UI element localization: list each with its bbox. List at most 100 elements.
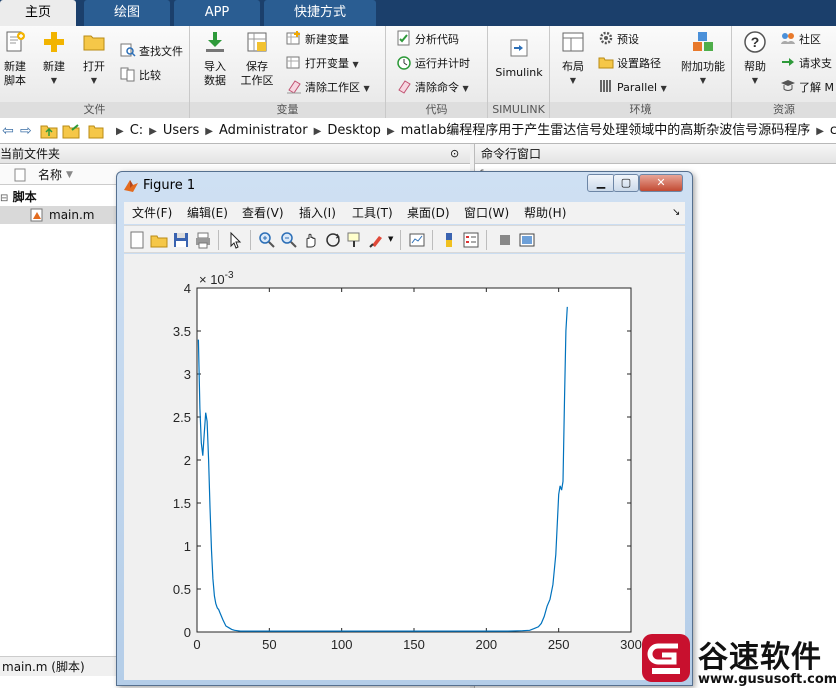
new-variable-icon: [286, 31, 300, 45]
open-button[interactable]: 打开 ▼: [78, 30, 110, 88]
colorbar-icon[interactable]: [440, 231, 458, 249]
new-figure-icon[interactable]: [128, 231, 146, 249]
run-and-time-button[interactable]: 运行并计时: [396, 54, 470, 74]
legend-icon[interactable]: [462, 231, 480, 249]
parallel-dropdown-icon: ▼: [660, 84, 667, 93]
tab-plots[interactable]: 绘图: [84, 0, 170, 26]
menu-window[interactable]: 窗口(W): [464, 202, 509, 224]
breadcrumb-item[interactable]: matlab编程程序用于产生雷达信号处理领域中的高斯杂波信号源码程序: [401, 123, 811, 138]
import-data-button[interactable]: 导入 数据: [198, 30, 232, 88]
parallel-icon: [600, 80, 611, 92]
set-path-label: 设置路径: [617, 57, 661, 70]
request-support-button[interactable]: 请求支: [780, 54, 832, 74]
up-folder-icon[interactable]: [40, 122, 58, 140]
addons-cubes-icon: [693, 32, 713, 51]
list-item[interactable]: main.m: [0, 206, 120, 224]
brush-dropdown-icon[interactable]: ▼: [388, 235, 393, 243]
column-name-header[interactable]: 名称: [38, 165, 62, 185]
menu-tools[interactable]: 工具(T): [352, 202, 393, 224]
forward-arrow-icon[interactable]: ⇨: [20, 122, 32, 140]
menu-view[interactable]: 查看(V): [242, 202, 284, 224]
sort-down-icon[interactable]: ▼: [66, 165, 73, 185]
toolbar-divider: [400, 230, 401, 250]
tab-shortcuts[interactable]: 快捷方式: [264, 0, 376, 26]
hide-plot-tools-icon[interactable]: [496, 231, 514, 249]
menu-file[interactable]: 文件(F): [132, 202, 172, 224]
save-icon[interactable]: [172, 231, 190, 249]
gear-icon: [599, 31, 613, 45]
new-script-button[interactable]: 新建 脚本: [0, 30, 30, 88]
zoom-out-icon[interactable]: [280, 231, 298, 249]
addons-label: 附加功能: [681, 60, 725, 73]
breadcrumb-item[interactable]: Administrator: [219, 123, 308, 138]
simulink-icon: [510, 39, 528, 57]
svg-text:?: ?: [751, 34, 760, 50]
y-exponent-label: × 10-3: [199, 270, 234, 287]
back-arrow-icon[interactable]: ⇦: [2, 122, 14, 140]
clear-commands-button[interactable]: 清除命令 ▼: [396, 78, 469, 98]
menu-help[interactable]: 帮助(H): [524, 202, 566, 224]
simulink-button[interactable]: Simulink: [492, 36, 546, 80]
current-folder-header: 当前文件夹 ⊙: [0, 144, 470, 164]
brush-icon[interactable]: [368, 231, 386, 249]
menu-desktop[interactable]: 桌面(D): [407, 202, 450, 224]
command-window-header: 命令行窗口: [475, 144, 836, 164]
ribbon-section-code: 分析代码 运行并计时 清除命令 ▼ 代码: [386, 26, 488, 118]
find-files-button[interactable]: 查找文件: [120, 42, 183, 62]
community-button[interactable]: 社区: [780, 30, 821, 50]
collapse-icon[interactable]: ⊟: [0, 193, 8, 204]
pan-hand-icon[interactable]: [302, 231, 320, 249]
layout-button[interactable]: 布局 ▼: [556, 30, 590, 88]
clear-workspace-button[interactable]: 清除工作区 ▼: [286, 78, 370, 98]
menu-insert[interactable]: 插入(I): [299, 202, 336, 224]
close-button[interactable]: ✕: [639, 174, 683, 192]
addons-button[interactable]: 附加功能 ▼: [678, 30, 728, 88]
maximize-icon: ▢: [620, 176, 632, 189]
open-variable-button[interactable]: 打开变量 ▼: [286, 54, 359, 74]
zoom-in-icon[interactable]: [258, 231, 276, 249]
group-row-scripts[interactable]: ⊟ 脚本: [0, 188, 37, 206]
new-button[interactable]: 新建 ▼: [38, 30, 70, 88]
breadcrumb-item[interactable]: Desktop: [327, 123, 381, 138]
tab-apps[interactable]: APP: [174, 0, 260, 26]
figure-window[interactable]: Figure 1 ▁ ▢ ✕ 文件(F) 编辑(E) 查看(V) 插入(I) 工…: [116, 171, 693, 686]
compare-button[interactable]: 比较: [120, 66, 161, 86]
breadcrumb-separator-icon: ▶: [386, 126, 395, 137]
show-plot-tools-icon[interactable]: [518, 231, 536, 249]
menu-edit[interactable]: 编辑(E): [187, 202, 228, 224]
save-workspace-label: 保存 工作区: [240, 60, 274, 87]
pane-menu-icon[interactable]: ⊙: [450, 144, 459, 164]
line-chart[interactable]: 0 50 100 150 200 250 30000.511.522.533.54× 10-…: [124, 254, 685, 680]
print-icon[interactable]: [194, 231, 212, 249]
section-label-code: 代码: [386, 102, 487, 118]
learn-matlab-button[interactable]: 了解 M: [780, 78, 834, 98]
run-and-time-icon: [397, 56, 411, 70]
breadcrumb-item[interactable]: Users: [163, 123, 199, 138]
pointer-arrow-icon[interactable]: [226, 231, 244, 249]
y-tick-label: 3: [184, 367, 191, 382]
x-tick-label: 150: [403, 637, 425, 652]
analyze-code-button[interactable]: 分析代码: [396, 30, 459, 50]
browse-folder-icon[interactable]: [62, 122, 80, 140]
parallel-button[interactable]: Parallel ▼: [598, 78, 667, 98]
open-file-icon[interactable]: [150, 231, 168, 249]
dock-arrow-icon[interactable]: ↘: [672, 202, 680, 224]
preferences-button[interactable]: 预设: [598, 30, 639, 50]
watermark: 谷速软件 www.gususoft.com: [638, 628, 836, 688]
help-button[interactable]: ? 帮助 ▼: [738, 30, 772, 88]
new-variable-button[interactable]: 新建变量: [286, 30, 349, 50]
ribbon-section-resources: ? 帮助 ▼ 社区 请求支 了解 M 资源: [732, 26, 836, 118]
set-path-button[interactable]: 设置路径: [598, 54, 661, 74]
maximize-button[interactable]: ▢: [613, 174, 639, 192]
minimize-button[interactable]: ▁: [587, 174, 615, 192]
rotate-3d-icon[interactable]: [324, 231, 342, 249]
tab-home[interactable]: 主页: [0, 0, 76, 26]
data-cursor-icon[interactable]: [346, 231, 364, 249]
link-plot-icon[interactable]: [408, 231, 426, 249]
analyze-code-icon: [397, 30, 410, 46]
figure-canvas[interactable]: 0 50 100 150 200 250 300 0 0.5 1 1.5 2 2.5 3 3.5 4 × 10-…: [124, 254, 685, 680]
save-workspace-button[interactable]: 保存 工作区: [238, 30, 276, 88]
breadcrumb-item[interactable]: code: [830, 123, 836, 138]
breadcrumb-item[interactable]: C:: [130, 123, 143, 138]
layout-label: 布局: [562, 60, 584, 73]
